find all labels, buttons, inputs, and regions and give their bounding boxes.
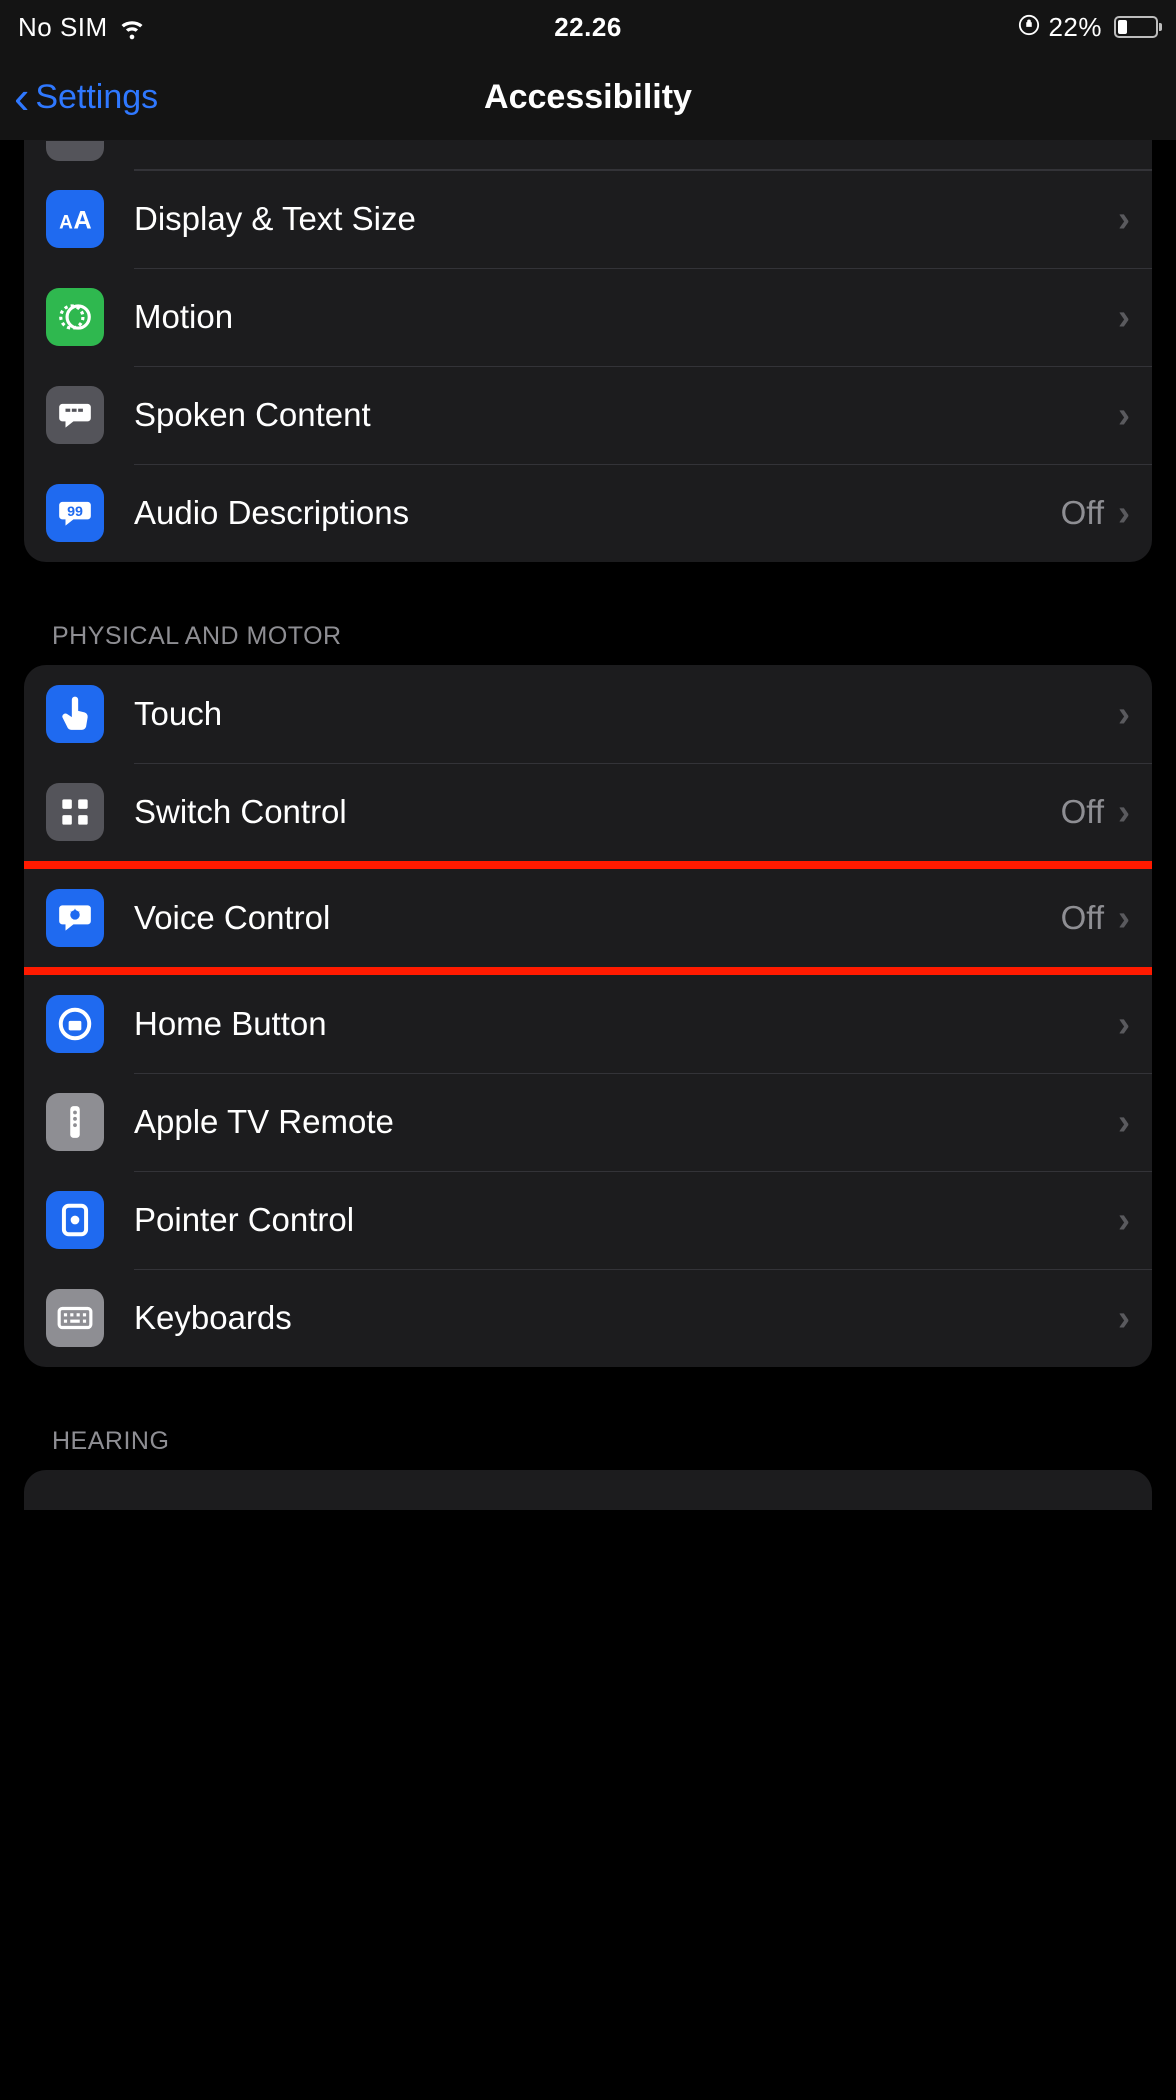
- chevron-right-icon: ›: [1118, 198, 1130, 240]
- section-header-hearing: HEARING: [24, 1427, 1152, 1470]
- highlight-voice-control: Voice Control Off ›: [24, 861, 1152, 975]
- chevron-right-icon: ›: [1118, 791, 1130, 833]
- row-switch-control[interactable]: Switch Control Off ›: [24, 763, 1152, 861]
- chevron-right-icon: ›: [1118, 394, 1130, 436]
- row-pointer-control[interactable]: Pointer Control ›: [24, 1171, 1152, 1269]
- row-motion[interactable]: Motion ›: [24, 268, 1152, 366]
- apple-tv-remote-icon: [46, 1093, 104, 1151]
- chevron-right-icon: ›: [1118, 1199, 1130, 1241]
- chevron-right-icon: ›: [1118, 492, 1130, 534]
- svg-text:99: 99: [67, 504, 83, 520]
- battery-percent: 22%: [1048, 12, 1102, 43]
- row-label: Pointer Control: [134, 1201, 1118, 1239]
- chevron-right-icon: ›: [1118, 296, 1130, 338]
- zoom-icon: [46, 141, 104, 161]
- row-voice-control[interactable]: Voice Control Off ›: [24, 869, 1152, 967]
- carrier-text: No SIM: [18, 12, 108, 43]
- row-label: Motion: [134, 298, 1118, 336]
- row-label: Keyboards: [134, 1299, 1118, 1337]
- group-hearing: [24, 1470, 1152, 1510]
- row-display-text-size[interactable]: AA Display & Text Size ›: [24, 170, 1152, 268]
- row-apple-tv-remote[interactable]: Apple TV Remote ›: [24, 1073, 1152, 1171]
- voice-control-icon: [46, 889, 104, 947]
- chevron-right-icon: ›: [1118, 1003, 1130, 1045]
- status-right: 22%: [1018, 12, 1158, 43]
- svg-text:A: A: [73, 207, 91, 235]
- section-header-physical: PHYSICAL AND MOTOR: [24, 622, 1152, 665]
- wifi-icon: [118, 13, 146, 41]
- text-size-icon: AA: [46, 190, 104, 248]
- spoken-content-icon: [46, 386, 104, 444]
- chevron-left-icon: ‹: [14, 74, 29, 120]
- back-button[interactable]: ‹ Settings: [14, 74, 158, 120]
- chevron-right-icon: ›: [1118, 693, 1130, 735]
- chevron-right-icon: ›: [1118, 1101, 1130, 1143]
- status-left: No SIM: [18, 12, 146, 43]
- row-value: Off: [1061, 899, 1104, 937]
- row-value: Off: [1061, 793, 1104, 831]
- battery-icon: [1114, 16, 1158, 38]
- group-vision: AA Display & Text Size › Motion › Spoken…: [24, 140, 1152, 562]
- back-label: Settings: [35, 78, 158, 117]
- row-value: Off: [1061, 494, 1104, 532]
- group-physical: Touch › Switch Control Off › Voice Contr…: [24, 665, 1152, 1367]
- chevron-right-icon: ›: [1118, 897, 1130, 939]
- status-time: 22.26: [554, 12, 622, 43]
- row-label: Touch: [134, 695, 1118, 733]
- pointer-control-icon: [46, 1191, 104, 1249]
- audio-descriptions-icon: 99: [46, 484, 104, 542]
- row-label: Display & Text Size: [134, 200, 1118, 238]
- row-label: Audio Descriptions: [134, 494, 1061, 532]
- chevron-right-icon: ›: [1118, 1297, 1130, 1339]
- row-home-button[interactable]: Home Button ›: [24, 975, 1152, 1073]
- row-label: Apple TV Remote: [134, 1103, 1118, 1141]
- nav-bar: ‹ Settings Accessibility: [0, 54, 1176, 140]
- row-label: Spoken Content: [134, 396, 1118, 434]
- row-keyboards[interactable]: Keyboards ›: [24, 1269, 1152, 1367]
- orientation-lock-icon: [1018, 12, 1040, 43]
- row-label: Home Button: [134, 1005, 1118, 1043]
- page-title: Accessibility: [484, 78, 692, 117]
- row-spoken-content[interactable]: Spoken Content ›: [24, 366, 1152, 464]
- switch-control-icon: [46, 783, 104, 841]
- status-bar: No SIM 22.26 22%: [0, 0, 1176, 54]
- keyboards-icon: [46, 1289, 104, 1347]
- svg-text:A: A: [59, 213, 73, 234]
- settings-content[interactable]: AA Display & Text Size › Motion › Spoken…: [0, 140, 1176, 1510]
- touch-icon: [46, 685, 104, 743]
- row-label: Voice Control: [134, 899, 1061, 937]
- row-touch[interactable]: Touch ›: [24, 665, 1152, 763]
- row-audio-descriptions[interactable]: 99 Audio Descriptions Off ›: [24, 464, 1152, 562]
- motion-icon: [46, 288, 104, 346]
- home-button-icon: [46, 995, 104, 1053]
- row-cutoff-top[interactable]: [24, 140, 1152, 170]
- row-label: Switch Control: [134, 793, 1061, 831]
- row-cutoff-bottom[interactable]: [24, 1470, 1152, 1510]
